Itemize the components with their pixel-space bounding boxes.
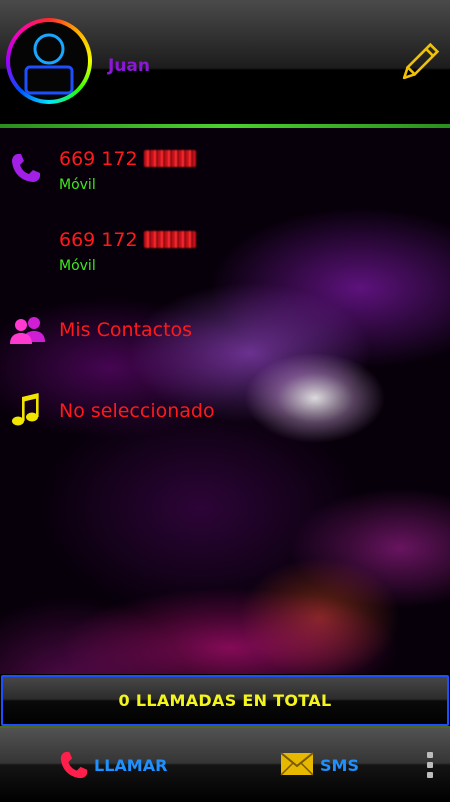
more-vert-icon[interactable] (424, 750, 436, 780)
dot (427, 772, 433, 778)
music-note-icon (11, 392, 39, 428)
redacted-digits (143, 231, 196, 248)
phone-handset-icon (58, 748, 90, 782)
ringtone-value[interactable]: No seleccionado (59, 400, 215, 422)
call-total-label: 0 LLAMADAS EN TOTAL (118, 691, 332, 710)
bottom-action-bar: LLAMAR SMS (0, 726, 450, 802)
call-total-bar[interactable]: 0 LLAMADAS EN TOTAL (1, 675, 449, 726)
contact-name: Juan (108, 56, 151, 76)
phone-handset-icon (9, 151, 43, 185)
dot (427, 752, 433, 758)
contact-details: 669 172 Móvil 669 172 Móvil Mis Contacto… (0, 128, 450, 674)
avatar-silhouette-icon (10, 22, 88, 100)
call-button[interactable]: LLAMAR (54, 728, 184, 802)
contacts-group-icon (8, 314, 48, 346)
call-button-label: LLAMAR (94, 756, 168, 775)
contact-avatar[interactable] (6, 18, 92, 104)
pencil-icon[interactable] (396, 40, 442, 86)
sms-button-label: SMS (320, 756, 359, 775)
phone-number[interactable]: 669 172 (59, 229, 196, 251)
redacted-digits (143, 150, 196, 167)
sms-button[interactable]: SMS (278, 728, 378, 802)
dot (427, 762, 433, 768)
phone-number[interactable]: 669 172 (59, 148, 196, 170)
envelope-icon (280, 752, 314, 776)
contact-group[interactable]: Mis Contactos (59, 319, 192, 341)
phone-type: Móvil (59, 258, 96, 274)
phone-type: Móvil (59, 177, 96, 193)
contact-header: Juan (0, 0, 450, 126)
